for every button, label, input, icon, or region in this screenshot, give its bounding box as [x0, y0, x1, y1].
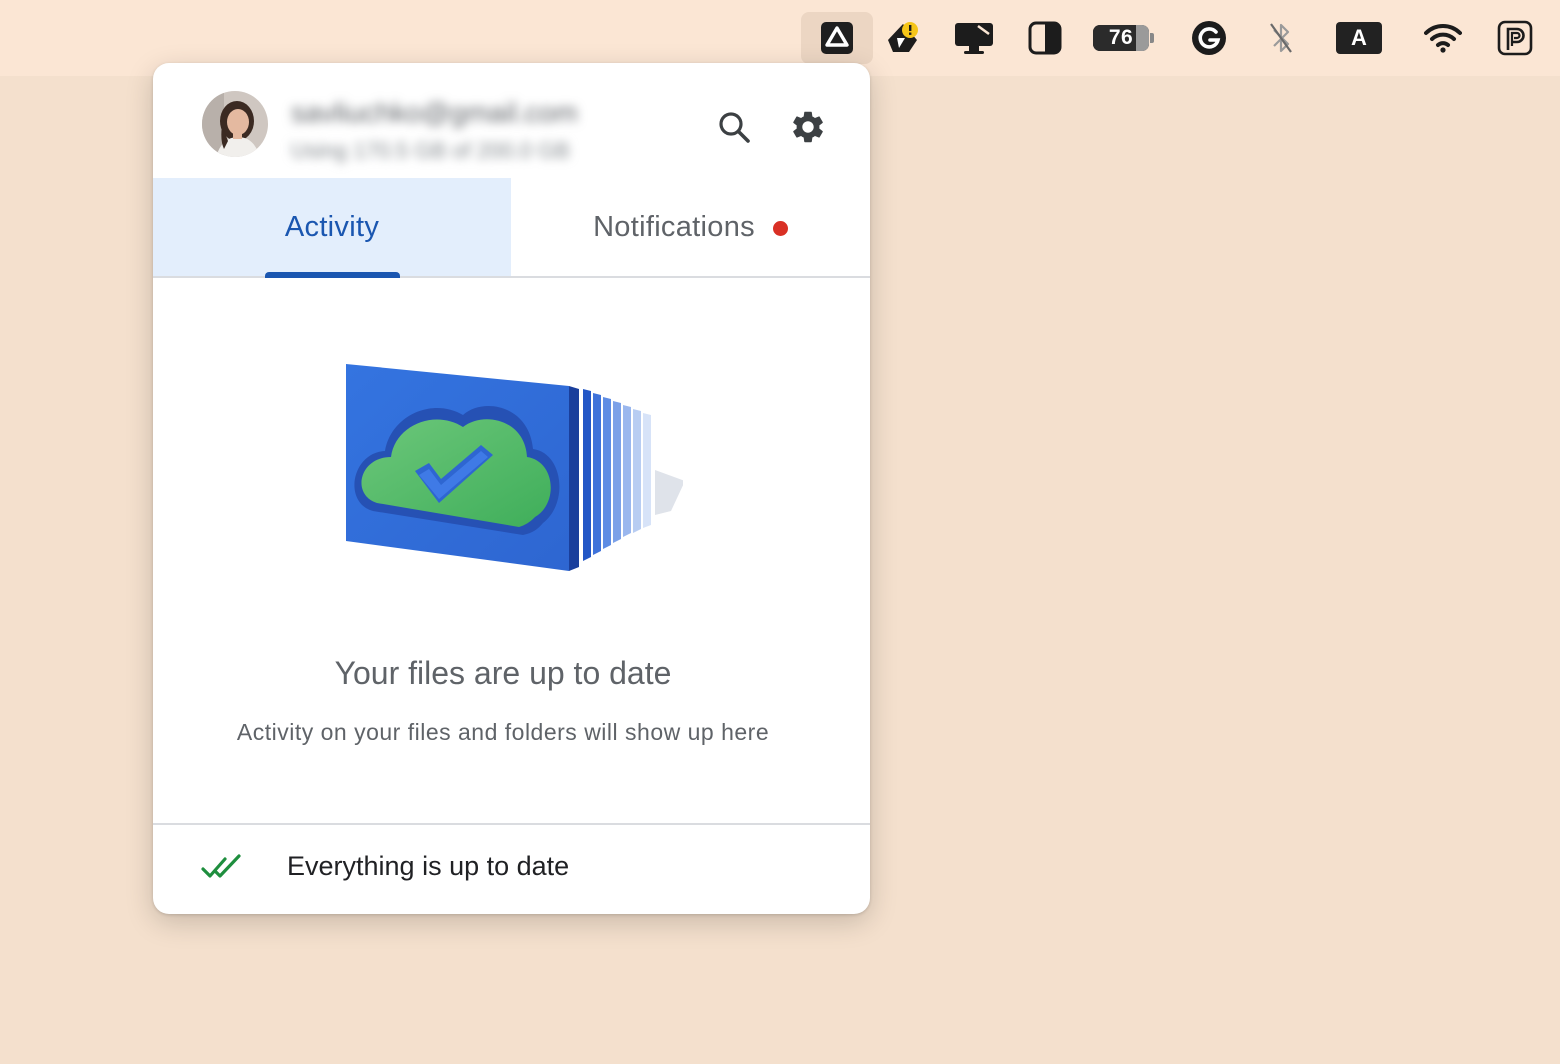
up-to-date-illustration	[333, 353, 685, 608]
sync-status-text: Everything is up to date	[287, 851, 570, 881]
contrast-toggle-icon[interactable]	[1015, 12, 1075, 64]
wifi-icon[interactable]	[1413, 12, 1473, 64]
account-email: savliuchko@gmail.com	[291, 97, 578, 128]
battery-percent: 76	[1108, 26, 1134, 49]
notification-badge	[772, 220, 788, 236]
input-source-icon[interactable]: A	[1329, 12, 1389, 64]
double-check-icon	[201, 854, 241, 878]
settings-button[interactable]	[788, 107, 828, 147]
empty-state-subtitle: Activity on your files and folders will …	[236, 719, 770, 745]
empty-state-title: Your files are up to date	[334, 655, 672, 691]
battery-indicator[interactable]: 76	[1093, 25, 1149, 51]
tab-bar: Activity Notifications	[153, 178, 870, 278]
search-button[interactable]	[714, 107, 754, 147]
tab-notifications[interactable]: Notifications	[511, 178, 870, 276]
battery-nub	[1150, 33, 1154, 43]
display-icon[interactable]	[944, 12, 1004, 64]
sync-status-bar: Everything is up to date	[153, 823, 870, 914]
google-drive-menu-icon[interactable]	[801, 12, 873, 64]
bluetooth-off-icon[interactable]	[1251, 12, 1311, 64]
search-icon	[719, 112, 750, 143]
drive-popover: savliuchko@gmail.com Using 170.5 GB of 2…	[153, 63, 870, 914]
tab-activity-label: Activity	[284, 210, 380, 243]
alert-app-icon[interactable]	[873, 12, 933, 64]
gear-icon	[793, 111, 823, 143]
account-header: savliuchko@gmail.com Using 170.5 GB of 2…	[153, 63, 870, 178]
grammarly-icon[interactable]	[1179, 12, 1239, 64]
avatar[interactable]	[202, 91, 268, 157]
storage-usage: Using 170.5 GB of 200.0 GB	[291, 138, 570, 163]
active-tab-indicator	[265, 272, 400, 278]
tab-activity[interactable]: Activity	[153, 178, 511, 278]
tab-notifications-label: Notifications	[593, 210, 755, 243]
pasteboard-app-icon[interactable]	[1485, 12, 1545, 64]
